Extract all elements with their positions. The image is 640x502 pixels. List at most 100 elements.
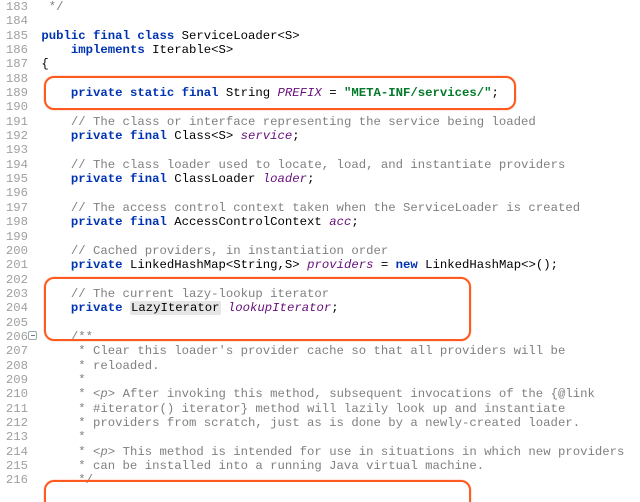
code-line[interactable]: 189 private static final String PREFIX =… [0, 86, 640, 100]
token: lookupIterator [228, 301, 331, 315]
token: */ [49, 0, 64, 14]
code-content[interactable]: * can be installed into a running Java v… [34, 459, 484, 473]
token: * [78, 373, 85, 387]
code-content[interactable]: /** [34, 330, 93, 344]
code-content[interactable]: */ [34, 0, 64, 14]
code-line[interactable]: 206 /** [0, 330, 640, 344]
line-number: 211 [0, 402, 34, 416]
code-line[interactable]: 211 * #iterator() iterator} method will … [0, 402, 640, 416]
line-number: 188 [0, 72, 34, 86]
code-line[interactable]: 196 [0, 186, 640, 200]
token: This method is intended for use in situa… [115, 445, 624, 459]
token: // Cached providers, in instantiation or… [71, 244, 388, 258]
code-line[interactable]: 199 [0, 230, 640, 244]
code-line[interactable]: 198 private final AccessControlContext a… [0, 215, 640, 229]
token: loader [263, 172, 307, 186]
code-line[interactable]: 216 */ [0, 473, 640, 487]
code-line[interactable]: 194 // The class loader used to locate, … [0, 158, 640, 172]
token: LazyIterator [130, 301, 221, 315]
code-content[interactable]: private final ClassLoader loader; [34, 172, 314, 186]
token: ; [331, 301, 338, 315]
code-line[interactable]: 207 * Clear this loader's provider cache… [0, 344, 640, 358]
line-number: 191 [0, 115, 34, 129]
line-number: 192 [0, 129, 34, 143]
code-content[interactable]: // Cached providers, in instantiation or… [34, 244, 388, 258]
line-number: 190 [0, 100, 34, 114]
code-line[interactable]: 214 * <p> This method is intended for us… [0, 445, 640, 459]
code-line[interactable]: 200 // Cached providers, in instantiatio… [0, 244, 640, 258]
line-number: 212 [0, 416, 34, 430]
code-content[interactable]: * [34, 430, 86, 444]
code-content[interactable]: // The access control context taken when… [34, 201, 580, 215]
code-line[interactable]: 191 // The class or interface representi… [0, 115, 640, 129]
line-number: 215 [0, 459, 34, 473]
token: String [226, 86, 278, 100]
line-number: 187 [0, 57, 34, 71]
line-number: 210 [0, 387, 34, 401]
token [221, 301, 228, 315]
code-content[interactable]: * reloaded. [34, 359, 159, 373]
code-content[interactable]: // The class or interface representing t… [34, 115, 536, 129]
code-line[interactable]: 205 [0, 316, 640, 330]
code-line[interactable]: 202 [0, 273, 640, 287]
line-number: 203 [0, 287, 34, 301]
token: "META-INF/services/" [344, 86, 492, 100]
code-content[interactable]: * Clear this loader's provider cache so … [34, 344, 565, 358]
line-number: 186 [0, 43, 34, 57]
code-content[interactable]: public final class ServiceLoader<S> [34, 29, 300, 43]
line-number: 185 [0, 29, 34, 43]
code-lines[interactable]: 183 */184185 public final class ServiceL… [0, 0, 640, 488]
code-line[interactable]: 193 [0, 143, 640, 157]
code-line[interactable]: 185 public final class ServiceLoader<S> [0, 29, 640, 43]
code-line[interactable]: 187 { [0, 57, 640, 71]
line-number: 205 [0, 316, 34, 330]
code-content[interactable]: // The class loader used to locate, load… [34, 158, 565, 172]
token: ServiceLoader<S> [182, 29, 300, 43]
line-number: 207 [0, 344, 34, 358]
line-number: 208 [0, 359, 34, 373]
code-line[interactable]: 213 * [0, 430, 640, 444]
code-line[interactable]: 197 // The access control context taken … [0, 201, 640, 215]
code-content[interactable]: private LinkedHashMap<String,S> provider… [34, 258, 558, 272]
code-line[interactable]: 215 * can be installed into a running Ja… [0, 459, 640, 473]
code-content[interactable]: * <p> After invoking this method, subseq… [34, 387, 595, 401]
code-line[interactable]: 204 private LazyIterator lookupIterator; [0, 301, 640, 315]
code-content[interactable]: * #iterator() iterator} method will lazi… [34, 402, 565, 416]
code-content[interactable]: private final Class<S> service; [34, 129, 300, 143]
code-line[interactable]: 210 * <p> After invoking this method, su… [0, 387, 640, 401]
code-content[interactable]: private final AccessControlContext acc; [34, 215, 359, 229]
code-line[interactable]: 209 * [0, 373, 640, 387]
code-content[interactable]: private static final String PREFIX = "ME… [34, 86, 499, 100]
code-editor[interactable]: { "lines": { "183": {"indent":" ","c":[{… [0, 0, 640, 502]
code-content[interactable]: * [34, 373, 86, 387]
code-content[interactable]: * providers from scratch, just as is don… [34, 416, 580, 430]
code-line[interactable]: 190 [0, 100, 640, 114]
token: // The class or interface representing t… [71, 115, 536, 129]
code-line[interactable]: 186 implements Iterable<S> [0, 43, 640, 57]
code-content[interactable]: { [34, 57, 49, 71]
token: ; [307, 172, 314, 186]
code-content[interactable]: implements Iterable<S> [34, 43, 233, 57]
code-line[interactable]: 192 private final Class<S> service; [0, 129, 640, 143]
code-line[interactable]: 188 [0, 72, 640, 86]
token: PREFIX [278, 86, 322, 100]
code-line[interactable]: 184 [0, 14, 640, 28]
line-number: 194 [0, 158, 34, 172]
code-content[interactable]: private LazyIterator lookupIterator; [34, 301, 339, 315]
code-line[interactable]: 208 * reloaded. [0, 359, 640, 373]
token: Iterable<S> [152, 43, 233, 57]
line-number: 197 [0, 201, 34, 215]
token: * Clear this loader's provider cache so … [78, 344, 565, 358]
code-line[interactable]: 201 private LinkedHashMap<String,S> prov… [0, 258, 640, 272]
code-line[interactable]: 195 private final ClassLoader loader; [0, 172, 640, 186]
code-line[interactable]: 212 * providers from scratch, just as is… [0, 416, 640, 430]
code-line[interactable]: 183 */ [0, 0, 640, 14]
line-number: 214 [0, 445, 34, 459]
token: private [71, 258, 130, 272]
code-content[interactable]: // The current lazy-lookup iterator [34, 287, 329, 301]
code-line[interactable]: 203 // The current lazy-lookup iterator [0, 287, 640, 301]
token: * reloaded. [78, 359, 159, 373]
code-content[interactable]: */ [34, 473, 93, 487]
code-content[interactable]: * <p> This method is intended for use in… [34, 445, 624, 459]
fold-toggle-icon[interactable] [28, 331, 37, 340]
